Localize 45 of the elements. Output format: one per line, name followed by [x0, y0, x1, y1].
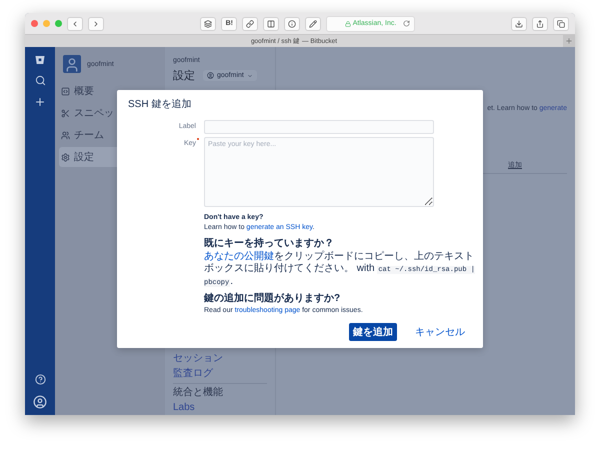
page-title: 設定 — [173, 68, 195, 83]
bucket-logo-icon[interactable] — [35, 55, 45, 65]
add-key-button[interactable]: 鍵を追加 — [349, 322, 397, 341]
dialog-title: SSH 鍵を追加 — [128, 99, 192, 111]
layers-button[interactable] — [200, 16, 216, 30]
info-icon — [288, 20, 296, 28]
settings-link[interactable]: セッション — [173, 353, 267, 365]
pencil-icon — [309, 20, 318, 28]
columns-icon — [267, 20, 276, 28]
link-button[interactable] — [242, 16, 258, 30]
help-heading: 既にキーを持っていますか？ — [204, 238, 335, 250]
tabs-icon — [556, 20, 565, 28]
help-link[interactable]: あなたの公開鍵 — [204, 251, 274, 262]
tabs-button[interactable] — [552, 16, 569, 30]
label-field[interactable] — [204, 120, 434, 134]
plus-icon[interactable] — [34, 96, 46, 108]
chevron-down-icon — [246, 72, 253, 78]
pen-button[interactable] — [305, 16, 322, 30]
search-icon[interactable] — [34, 75, 46, 86]
download-button[interactable] — [510, 16, 527, 30]
reload-icon[interactable] — [402, 20, 410, 27]
nav-item[interactable]: チーム — [59, 125, 161, 145]
download-icon — [514, 20, 523, 28]
info-button[interactable] — [284, 16, 300, 30]
help-heading: 鍵の追加に問題がありますか? — [204, 292, 342, 305]
team-icon — [61, 130, 70, 140]
share-button[interactable] — [532, 16, 548, 30]
link-icon — [246, 20, 254, 28]
share-icon — [536, 20, 544, 28]
settings-link[interactable]: 監査ログ — [173, 368, 267, 380]
help-icon[interactable] — [34, 374, 46, 385]
settings-section-heading: 統合と機能 — [173, 383, 267, 399]
plus-icon — [565, 37, 573, 45]
code-icon — [61, 86, 70, 96]
chevron-left-icon — [71, 20, 79, 28]
settings-link[interactable]: Labs — [173, 402, 267, 414]
chevron-right-icon — [92, 20, 100, 28]
scissors-icon — [61, 108, 70, 118]
layers-icon — [204, 20, 212, 28]
settings-icon — [61, 152, 70, 162]
user-avatar-icon[interactable] — [33, 395, 47, 409]
cancel-button[interactable]: キャンセル — [411, 322, 469, 341]
user-icon — [207, 72, 214, 79]
lock-icon — [344, 20, 351, 26]
sidebar-button[interactable] — [263, 16, 280, 30]
